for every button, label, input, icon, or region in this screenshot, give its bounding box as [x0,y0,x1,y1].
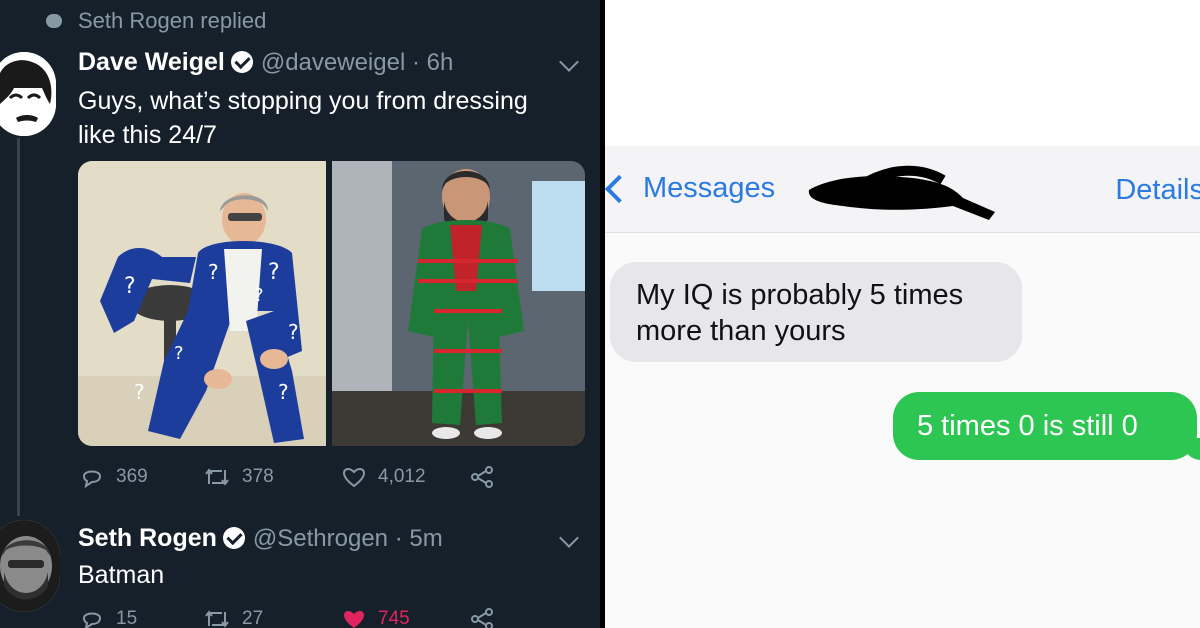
tweet1-header: Dave Weigel @daveweigel · 6h [78,48,453,77]
tweet2-retweet-count: 27 [242,608,264,628]
svg-text:?: ? [124,274,136,299]
outgoing-message-bubble: 5 times 0 is still 0 [893,392,1197,460]
tweet2-retweet-button[interactable]: 27 [204,608,263,628]
svg-text:?: ? [134,380,145,404]
tweet1-text: Guys, what’s stopping you from dressing … [78,84,528,152]
tweet2-reply-count: 15 [116,608,138,628]
svg-text:?: ? [288,320,299,344]
tweet1-photos: ? ? ? ? ? ? ? ? [78,161,585,446]
tweet1-text-line1: Guys, what’s stopping you from dressing [78,87,528,115]
retweet-icon [205,468,229,486]
tweet1-share-button[interactable] [470,466,506,488]
tweet1-reply-button[interactable]: 369 [80,466,148,488]
tweet2-like-count: 745 [378,608,410,628]
tweet2-like-button[interactable]: 745 [342,608,410,628]
tweet1-reply-count: 369 [116,466,148,487]
avatar-seth-rogen[interactable] [0,520,60,612]
tweet2-reply-button[interactable]: 15 [80,608,137,628]
tweet1-menu-chevron-down-icon[interactable] [559,52,579,72]
tweet2-actions: 15 27 745 [80,608,600,628]
back-button[interactable]: Messages [605,172,775,205]
tweet2-text: Batman [78,561,165,589]
tweet2-handle[interactable]: @Sethrogen · 5m [253,525,443,553]
heart-icon [342,468,366,488]
message-top-blank [605,0,1200,146]
reply-icon [82,612,102,628]
incoming-message-bubble: My IQ is probably 5 times more than your… [610,262,1022,362]
tweet2-header: Seth Rogen @Sethrogen · 5m [78,524,443,553]
svg-text:?: ? [174,343,184,364]
message-nav-bar: Messages Details [605,146,1200,233]
message-panel: Messages Details My IQ is probably 5 tim… [605,0,1200,628]
photo-christmas-suit [332,161,585,446]
tweet2-author-name[interactable]: Seth Rogen [78,524,217,553]
svg-text:?: ? [208,260,219,284]
tweet1-handle[interactable]: @daveweigel · 6h [261,49,453,77]
tweet1-media[interactable]: ? ? ? ? ? ? ? ? [78,161,585,446]
redacted-contact-name [808,165,995,220]
tweet1-retweet-button[interactable]: 378 [204,466,274,488]
tweet1-author-name[interactable]: Dave Weigel [78,48,225,77]
reply-bubble-icon [46,14,62,28]
avatar-illustration [0,52,56,136]
tweet-panel: Seth Rogen replied Dave Weigel @daveweig… [0,0,600,628]
share-icon [471,608,493,628]
chevron-left-icon [605,174,634,203]
tweet1-actions: 369 378 4,012 [80,466,600,492]
share-icon [471,466,493,488]
svg-text:?: ? [254,285,264,306]
meme-canvas: Seth Rogen replied Dave Weigel @daveweig… [0,0,1200,628]
photo-question-mark-suit: ? ? ? ? ? ? ? ? [78,161,326,446]
avatar-photo [0,520,60,612]
reply-context: Seth Rogen replied [46,6,266,36]
thread-line [17,138,20,516]
details-button[interactable]: Details [1115,174,1200,207]
back-label: Messages [643,172,776,204]
reply-icon [82,470,102,488]
tweet2-share-button[interactable] [470,608,506,628]
verified-badge-icon [230,51,253,73]
reply-context-text: Seth Rogen replied [78,8,267,33]
tweet2-menu-chevron-down-icon[interactable] [559,528,579,548]
svg-text:?: ? [268,260,280,285]
heart-filled-icon [344,611,364,628]
tweet1-text-line2: like this 24/7 [78,121,217,149]
retweet-icon [205,610,229,628]
tweet1-retweet-count: 378 [242,466,274,487]
tweet1-like-button[interactable]: 4,012 [342,466,426,488]
svg-text:?: ? [278,380,289,404]
tweet1-like-count: 4,012 [378,466,426,487]
verified-badge-icon [222,527,245,549]
avatar-dave-weigel[interactable] [0,52,56,136]
